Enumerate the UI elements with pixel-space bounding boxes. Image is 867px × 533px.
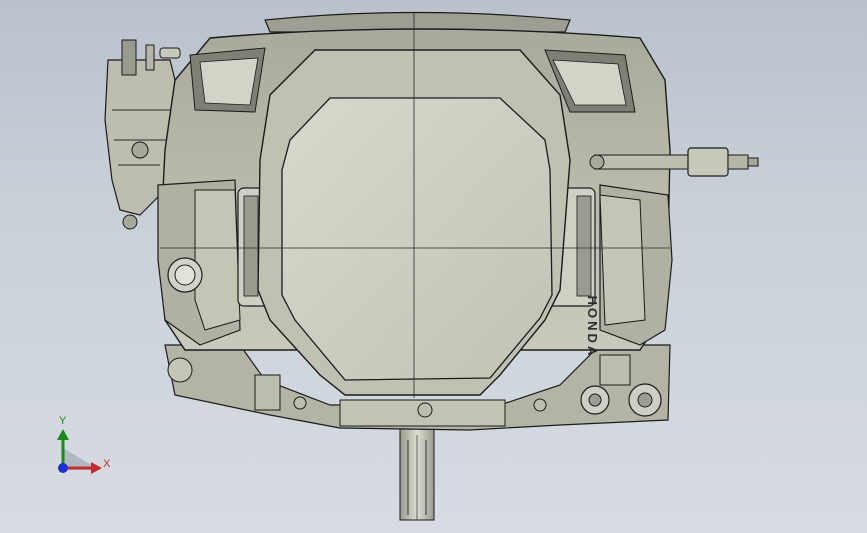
model-viewport[interactable]: HONDA Y X bbox=[0, 0, 867, 533]
engine-model[interactable] bbox=[0, 0, 867, 533]
output-shaft[interactable] bbox=[399, 424, 435, 521]
coordinate-triad bbox=[57, 429, 102, 474]
x-axis-label: X bbox=[103, 458, 111, 470]
y-axis-label: Y bbox=[59, 415, 67, 427]
brand-label: HONDA bbox=[585, 295, 600, 359]
z-axis-dot bbox=[58, 463, 68, 473]
